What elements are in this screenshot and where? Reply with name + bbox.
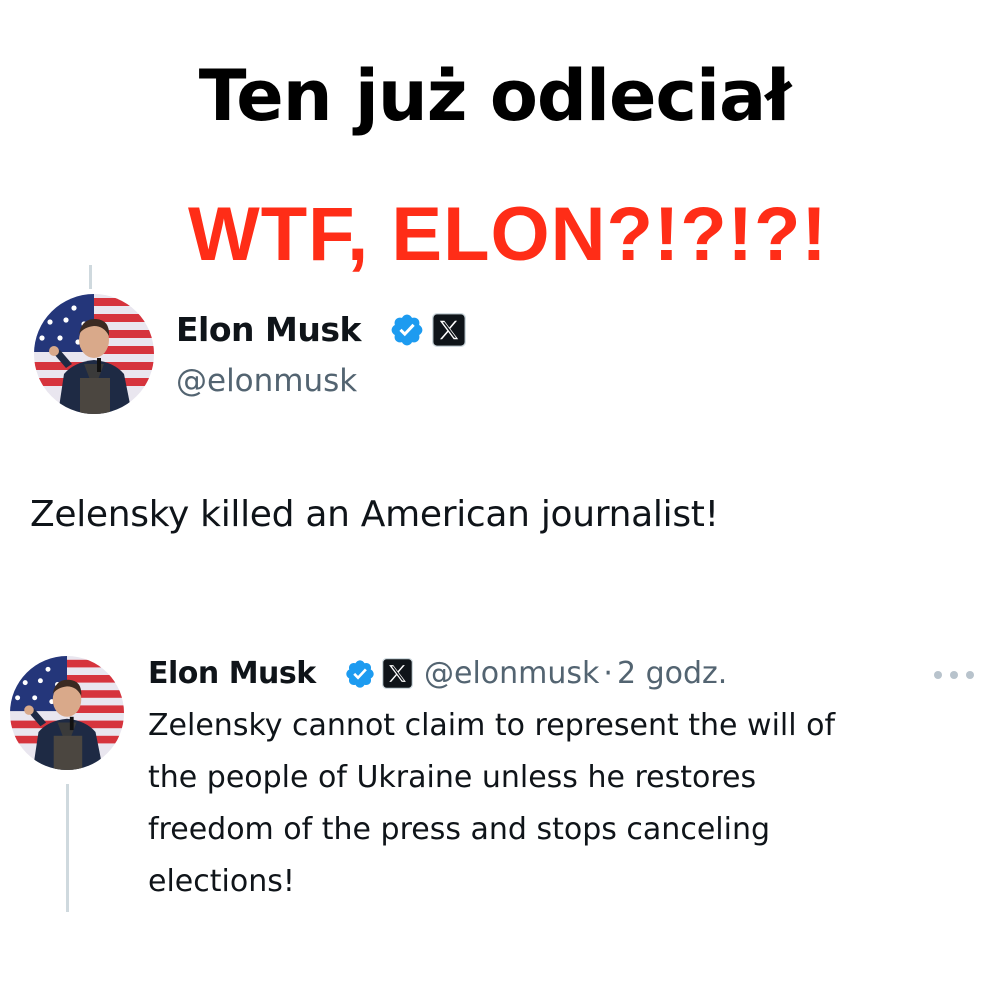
avatar[interactable] xyxy=(34,294,154,414)
thread-line xyxy=(89,265,92,289)
more-dot xyxy=(966,671,974,679)
thread-line xyxy=(66,784,69,912)
tweet-text: Zelensky killed an American journalist! xyxy=(30,494,719,535)
more-dot xyxy=(950,671,958,679)
quoted-avatar[interactable] xyxy=(10,656,124,770)
author-handle[interactable]: @elonmusk xyxy=(176,360,357,402)
author-name[interactable]: Elon Musk xyxy=(176,308,361,352)
quoted-author-name[interactable]: Elon Musk xyxy=(148,653,316,695)
quoted-text-line: the people of Ukraine unless he restores xyxy=(148,760,757,795)
x-logo-icon[interactable] xyxy=(382,658,413,689)
quoted-text-line: elections! xyxy=(148,864,295,899)
avatar-photo xyxy=(10,656,124,770)
meme-canvas: Ten już odleciał WTF, ELON?!?!?! Elon Mu… xyxy=(0,0,989,1000)
meta-separator: · xyxy=(603,656,613,691)
headline: Ten już odleciał xyxy=(198,55,791,137)
more-dot xyxy=(934,671,942,679)
quoted-tweet-text: Zelensky cannot claim to represent the w… xyxy=(148,700,948,908)
more-horizontal-icon[interactable] xyxy=(934,666,974,684)
subheadline: WTF, ELON?!?!?! xyxy=(188,192,828,277)
verified-badge-icon xyxy=(344,658,376,690)
quoted-text-line: Zelensky cannot claim to represent the w… xyxy=(148,708,836,743)
quoted-meta: @elonmusk · 2 godz. xyxy=(424,653,727,695)
quoted-text-line: freedom of the press and stops canceling xyxy=(148,812,771,847)
verified-badge-icon xyxy=(389,312,425,348)
quoted-author-handle[interactable]: @elonmusk xyxy=(424,656,599,691)
quoted-timestamp[interactable]: 2 godz. xyxy=(617,656,727,691)
x-logo-icon[interactable] xyxy=(432,313,466,347)
avatar-photo xyxy=(34,294,154,414)
